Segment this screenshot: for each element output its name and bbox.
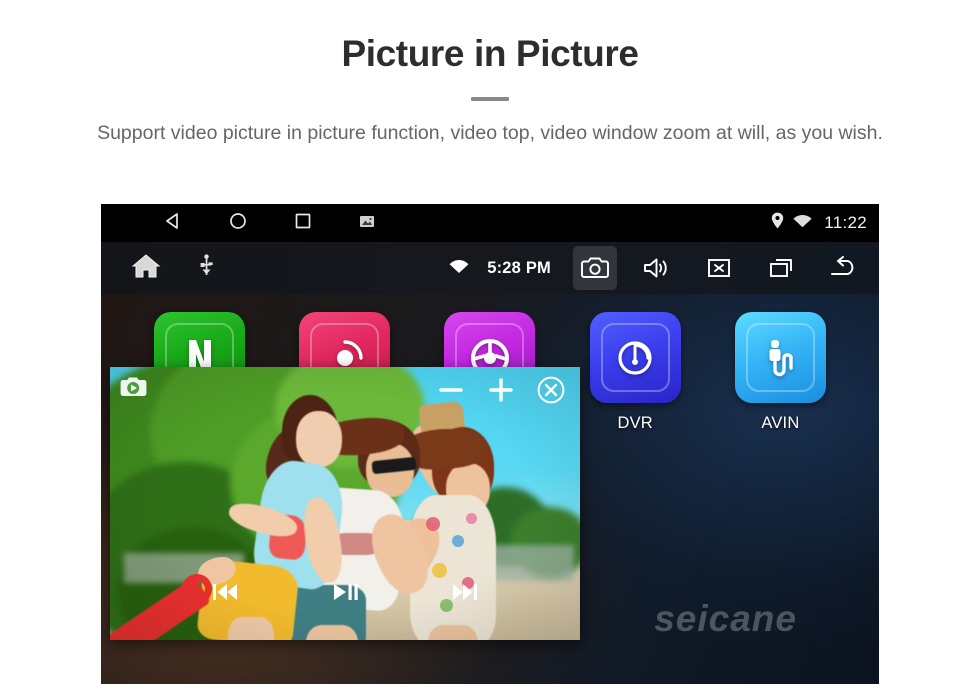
status-bar-right: 11:22 [771, 204, 867, 242]
recent-apps-button[interactable] [759, 246, 803, 290]
usb-icon[interactable] [199, 253, 214, 283]
scene-person [228, 617, 274, 640]
dress-floral [426, 517, 440, 531]
home-icon[interactable] [131, 253, 161, 284]
toolbar-right: 5:28 PM [449, 242, 865, 294]
home-screen: Netflix SiriusXM [101, 294, 879, 684]
app-tile[interactable] [589, 312, 681, 403]
page-header: Picture in Picture Support video picture… [0, 0, 980, 148]
next-track-button[interactable] [448, 578, 482, 606]
scene-person [306, 625, 358, 640]
toolbar-left [131, 253, 214, 284]
android-status-bar: 11:22 [101, 204, 879, 242]
volume-button[interactable] [635, 246, 679, 290]
back-button[interactable] [821, 246, 865, 290]
scene-person [296, 411, 342, 467]
avin-plug-icon [757, 335, 803, 381]
pip-close-button[interactable] [534, 373, 568, 407]
page-title: Picture in Picture [341, 33, 639, 74]
previous-track-button[interactable] [208, 578, 242, 606]
app-dvr[interactable]: DVR [563, 312, 708, 495]
pip-zoom-out-button[interactable] [434, 373, 468, 407]
app-label: DVR [617, 414, 653, 432]
scene-person [428, 625, 478, 640]
dress-floral [452, 535, 464, 547]
pip-window-controls [434, 373, 568, 407]
back-nav-icon[interactable] [163, 211, 183, 236]
toolbar-clock: 5:28 PM [487, 258, 551, 277]
device-screenshot: 11:22 5:28 PM DVR AVIN seicane [101, 204, 879, 684]
recents-nav-icon[interactable] [293, 211, 313, 236]
pip-zoom-in-button[interactable] [484, 373, 518, 407]
status-bar-clock: 11:22 [824, 213, 867, 232]
app-toolbar: 5:28 PM [101, 242, 879, 294]
app-tile[interactable] [734, 312, 826, 403]
play-pause-button[interactable] [328, 578, 362, 606]
wifi-icon [793, 213, 812, 233]
close-app-button[interactable] [697, 246, 741, 290]
page-subtitle: Support video picture in picture functio… [97, 121, 883, 144]
android-nav-buttons [163, 211, 376, 236]
location-pin-icon [771, 212, 784, 234]
camera-button[interactable] [573, 246, 617, 290]
home-nav-icon[interactable] [228, 211, 248, 236]
dress-floral [466, 513, 477, 524]
video-camera-icon [120, 376, 148, 398]
gauge-icon [612, 335, 658, 381]
title-divider [471, 96, 509, 101]
app-label: AVIN [761, 414, 800, 432]
page-root: Picture in Picture Support video picture… [0, 0, 980, 698]
wifi-icon [449, 258, 469, 279]
screenshot-nav-icon[interactable] [358, 212, 376, 235]
dress-floral [432, 563, 447, 578]
pip-video-window[interactable] [110, 367, 580, 640]
app-avin[interactable]: AVIN [708, 312, 853, 495]
pip-playback-controls [110, 578, 580, 606]
